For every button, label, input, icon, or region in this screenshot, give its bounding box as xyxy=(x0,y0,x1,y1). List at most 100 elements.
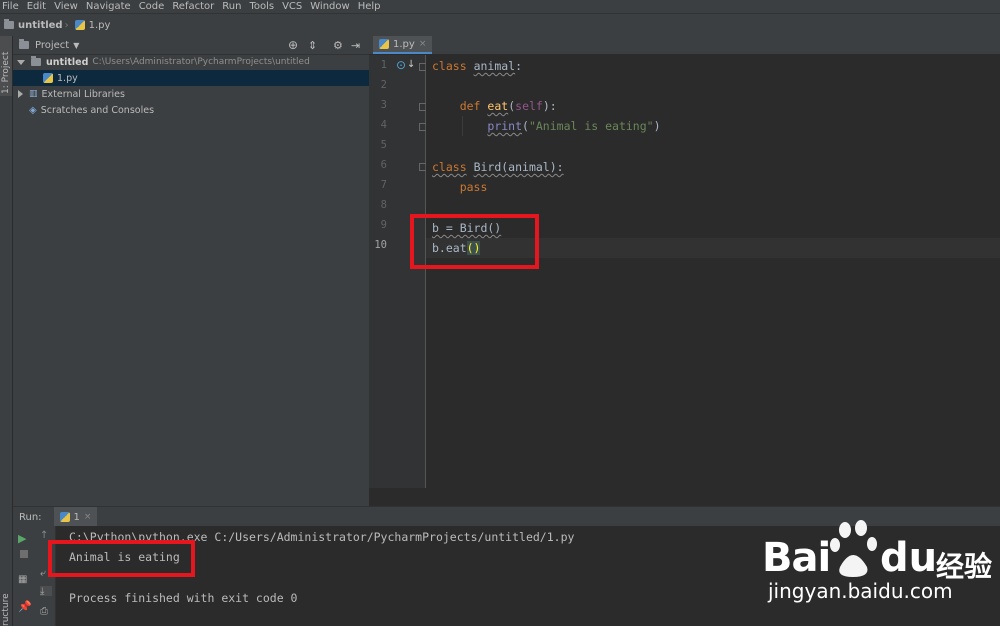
tree-item-scratches[interactable]: ◈ Scratches and Consoles xyxy=(13,102,369,118)
python-file-icon xyxy=(74,20,85,30)
tree-item-label: untitled xyxy=(46,56,89,68)
project-tool-tab-label: 1: Project xyxy=(1,51,11,94)
library-icon: ▥ xyxy=(29,89,38,99)
line-number: 5 xyxy=(380,139,387,151)
close-icon[interactable]: × xyxy=(419,39,427,49)
project-folder-icon xyxy=(19,39,29,49)
editor-gutter: 1 2 3 4 5 6 7 8 9 10 ⊙ ↓ xyxy=(369,55,427,488)
tree-item-path: C:\Users\Administrator\PycharmProjects\u… xyxy=(92,57,310,67)
settings-gear-icon[interactable]: ⚙ xyxy=(333,39,343,52)
scroll-up-icon[interactable]: ↑ xyxy=(40,530,52,541)
self-param: self xyxy=(515,99,543,113)
function-name: eat xyxy=(487,99,509,113)
menu-view[interactable]: View xyxy=(54,1,78,12)
code-line-1: class animal: xyxy=(432,56,522,76)
punct: ( xyxy=(522,119,529,133)
tree-item-1py[interactable]: 1.py xyxy=(13,70,369,86)
folder-icon xyxy=(4,19,14,29)
code-line-3: def eat(self): xyxy=(432,96,557,116)
menu-navigate[interactable]: Navigate xyxy=(86,1,131,12)
menu-help[interactable]: Help xyxy=(358,1,381,12)
keyword: def xyxy=(459,99,481,113)
stop-icon[interactable] xyxy=(20,550,28,558)
run-config-label: 1 xyxy=(73,511,80,523)
folder-icon xyxy=(31,56,41,66)
locate-target-icon[interactable]: ⊕ xyxy=(288,38,298,52)
menu-tools[interactable]: Tools xyxy=(249,1,274,12)
menu-code[interactable]: Code xyxy=(139,1,165,12)
keyword: pass xyxy=(459,180,488,194)
punct: ) xyxy=(653,119,661,133)
code-content[interactable]: class animal: def eat(self): print("Anim… xyxy=(426,55,1000,488)
collapse-all-icon[interactable]: ⇕ xyxy=(308,39,317,52)
python-file-icon xyxy=(379,39,389,49)
menu-refactor[interactable]: Refactor xyxy=(172,1,214,12)
menu-edit[interactable]: Edit xyxy=(27,1,46,12)
editor-tab-1py[interactable]: 1.py × xyxy=(373,36,433,54)
subclass-marker-icon[interactable]: ⊙ xyxy=(396,58,406,72)
project-panel: Project ▼ ⊕ ⇕ ⚙ ⇥ untitled C:\Users\Admi… xyxy=(13,36,369,506)
keyword: class xyxy=(432,160,467,174)
scroll-to-end-icon[interactable]: ⤓ xyxy=(40,586,52,597)
code-line-4: print("Animal is eating") xyxy=(432,116,661,136)
tree-item-label: 1.py xyxy=(57,72,78,84)
punct: : xyxy=(515,59,523,73)
editor-tabs: 1.py × xyxy=(369,36,1000,55)
line-number: 10 xyxy=(374,239,387,251)
structure-tool-tab[interactable]: ructure xyxy=(0,591,12,626)
menu-bar: File Edit View Navigate Code Refactor Ru… xyxy=(0,0,1000,13)
breadcrumb-file-label: 1.py xyxy=(88,19,111,31)
editor-bottom-area xyxy=(369,488,1000,506)
run-label: Run: xyxy=(19,511,42,523)
line-number: 1 xyxy=(380,59,387,71)
string: "Animal is eating" xyxy=(528,119,654,133)
project-tool-tab[interactable]: 1: Project xyxy=(0,36,12,96)
project-panel-title[interactable]: Project xyxy=(35,40,69,51)
print-icon[interactable]: ⎙ xyxy=(40,606,52,617)
menu-vcs[interactable]: VCS xyxy=(282,1,302,12)
breadcrumb-project-label: untitled xyxy=(18,19,63,31)
breadcrumb-file[interactable]: 1.py xyxy=(74,19,111,31)
line-number: 3 xyxy=(380,99,387,111)
close-icon[interactable]: × xyxy=(84,512,92,522)
tree-item-label: External Libraries xyxy=(41,88,125,100)
indent-guide xyxy=(462,116,463,136)
highlight-box-output xyxy=(48,540,195,577)
builtin-name: print xyxy=(487,119,523,133)
menu-file[interactable]: File xyxy=(2,1,19,12)
run-config-tab[interactable]: 1 × xyxy=(53,507,98,527)
python-file-icon xyxy=(43,73,53,83)
overridden-arrow-icon[interactable]: ↓ xyxy=(407,59,415,70)
navigation-bar: untitled › 1.py xyxy=(0,13,1000,37)
class-declaration: Bird(animal): xyxy=(473,160,564,174)
collapse-arrow-icon[interactable] xyxy=(18,90,23,98)
expand-arrow-icon[interactable] xyxy=(17,59,25,65)
tree-item-label: Scratches and Consoles xyxy=(40,104,155,116)
scratches-icon: ◈ xyxy=(29,104,37,116)
baidu-jingyan-watermark: Bai du 经验 jingyan.baidu.com xyxy=(760,515,1000,620)
watermark-url: jingyan.baidu.com xyxy=(768,579,953,603)
tree-item-untitled[interactable]: untitled C:\Users\Administrator\PycharmP… xyxy=(13,54,369,70)
code-line-6: class Bird(animal): xyxy=(432,157,564,177)
watermark-brand: Bai xyxy=(762,535,831,581)
console-line-exit: Process finished with exit code 0 xyxy=(69,591,298,605)
project-panel-header: Project ▼ ⊕ ⇕ ⚙ ⇥ xyxy=(13,36,369,55)
breadcrumb-separator-icon: › xyxy=(64,19,69,31)
line-number: 4 xyxy=(380,119,387,131)
pin-icon[interactable]: 📌 xyxy=(18,600,32,613)
line-number: 2 xyxy=(380,79,387,91)
layout-icon[interactable]: ▦ xyxy=(18,574,30,585)
highlight-box-code xyxy=(410,214,539,269)
code-line-7: pass xyxy=(432,177,488,197)
watermark-brand2: du xyxy=(880,535,938,581)
rerun-play-icon[interactable]: ▶ xyxy=(18,532,30,545)
structure-tool-tab-label: ructure xyxy=(1,593,11,626)
run-toolbar: ▶ ▦ 📌 xyxy=(13,526,38,626)
menu-window[interactable]: Window xyxy=(310,1,349,12)
python-run-icon xyxy=(59,512,70,522)
breadcrumb-project[interactable]: untitled xyxy=(4,19,63,31)
tree-item-external-libraries[interactable]: ▥ External Libraries xyxy=(13,86,369,102)
hide-panel-icon[interactable]: ⇥ xyxy=(351,39,360,52)
dropdown-chevron-icon[interactable]: ▼ xyxy=(73,41,79,50)
menu-run[interactable]: Run xyxy=(222,1,241,12)
